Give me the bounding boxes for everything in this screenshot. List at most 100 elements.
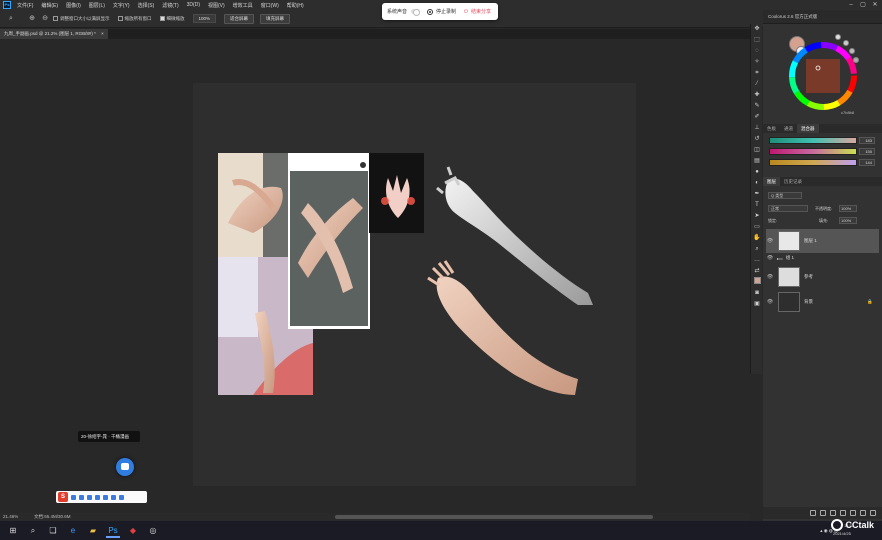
healing-brush-tool-icon[interactable]: ✚ xyxy=(751,90,763,101)
magic-wand-tool-icon[interactable]: ✧ xyxy=(751,57,763,68)
zoom-status[interactable]: 21.46% xyxy=(3,513,18,521)
move-tool-icon[interactable]: ✥ xyxy=(751,24,763,35)
menu-help[interactable]: 帮助(H) xyxy=(287,2,304,9)
swatch-3[interactable] xyxy=(849,48,855,54)
slider-2[interactable] xyxy=(769,148,857,155)
document-tab[interactable]: 九周_手副画.psd @ 21.2% (图层 1, RGB/8#) * × xyxy=(0,29,108,39)
tab-close-icon[interactable]: × xyxy=(101,31,104,36)
swatch-4[interactable] xyxy=(853,57,859,63)
visibility-eye-icon[interactable]: 👁 xyxy=(766,299,774,305)
layer-filter-field[interactable]: Q 类型 xyxy=(768,192,802,199)
layer-row-3[interactable]: 👁 参考 xyxy=(766,265,879,289)
end-share-button[interactable]: ⏻ 结束分享 xyxy=(464,8,491,16)
slider-2-value[interactable]: 155 xyxy=(859,148,875,155)
menu-plugins[interactable]: 增效工具 xyxy=(233,2,253,9)
minimize-icon[interactable]: – xyxy=(846,1,856,9)
tab-mixer[interactable]: 混合器 xyxy=(797,124,819,133)
doc-size-status[interactable]: 文档:65.4M/30.6M xyxy=(34,513,71,521)
swatch-2[interactable] xyxy=(843,40,849,46)
search-icon[interactable]: ⌕ xyxy=(26,524,40,538)
mixer-brush-tool-icon[interactable]: ✐ xyxy=(751,112,763,123)
task-view-icon[interactable]: ❏ xyxy=(46,524,60,538)
menu-3d[interactable]: 3D(D) xyxy=(187,2,200,8)
opacity-field[interactable]: 100% xyxy=(839,205,857,212)
new-layer-icon[interactable] xyxy=(860,510,866,516)
start-icon[interactable]: ⊞ xyxy=(6,524,20,538)
rectangle-tool-icon[interactable]: ▭ xyxy=(751,222,763,233)
menu-file[interactable]: 文件(F) xyxy=(17,2,33,9)
slider-1-value[interactable]: 183 xyxy=(859,137,875,144)
crop-tool-icon[interactable]: ⌗ xyxy=(751,68,763,79)
ime-skin-icon[interactable] xyxy=(111,494,116,500)
slider-3-value[interactable]: 144 xyxy=(859,159,875,166)
color-swatches-icon[interactable] xyxy=(751,277,763,288)
eraser-tool-icon[interactable]: ◫ xyxy=(751,145,763,156)
adjustment-layer-icon[interactable] xyxy=(840,510,846,516)
ime-emoji-icon[interactable] xyxy=(87,494,92,500)
layer-row-1[interactable]: 👁 图层 1 xyxy=(766,229,879,253)
quick-mask-icon[interactable]: ◙ xyxy=(751,288,763,299)
layer-row-4[interactable]: 👁 背景 🔒 xyxy=(766,290,879,314)
lasso-tool-icon[interactable]: ◌ xyxy=(751,46,763,57)
path-selection-tool-icon[interactable]: ➤ xyxy=(751,211,763,222)
fill-field[interactable]: 100% xyxy=(839,217,857,224)
ime-chinese-icon[interactable] xyxy=(71,494,76,500)
zoom-tool-icon[interactable]: ⌕ xyxy=(6,14,16,24)
file-explorer-icon[interactable]: ▰ xyxy=(86,524,100,538)
zoom-tool-panel-icon[interactable]: ⌕ xyxy=(751,244,763,255)
zoom-all-checkbox[interactable] xyxy=(117,16,123,21)
menu-filter[interactable]: 滤镜(T) xyxy=(162,2,178,9)
more-tools-icon[interactable]: … xyxy=(751,255,763,266)
ime-keyboard-icon[interactable] xyxy=(103,494,108,500)
new-group-icon[interactable] xyxy=(850,510,856,516)
horizontal-scrollbar[interactable] xyxy=(335,515,653,519)
app-taskbar-icon[interactable]: ◆ xyxy=(126,524,140,538)
fill-screen-button[interactable]: 填充屏幕 xyxy=(260,13,291,24)
tab-history[interactable]: 历史记录 xyxy=(780,177,806,186)
fit-screen-button[interactable]: 适合屏幕 xyxy=(224,13,255,24)
clone-stamp-tool-icon[interactable]: ⊥ xyxy=(751,123,763,134)
document-canvas[interactable] xyxy=(193,83,636,486)
eyedropper-tool-icon[interactable]: ⁄ xyxy=(751,79,763,90)
zoom-in-icon[interactable]: ⊕ xyxy=(27,14,37,24)
screen-mode-icon[interactable]: ▣ xyxy=(751,299,763,310)
maximize-icon[interactable]: ▢ xyxy=(858,1,868,9)
pen-tool-icon[interactable]: ✒ xyxy=(751,189,763,200)
chat-bubble-button[interactable] xyxy=(116,458,134,476)
scrubby-zoom-checkbox[interactable] xyxy=(159,16,165,21)
system-sound-toggle[interactable] xyxy=(411,9,421,16)
gradient-tool-icon[interactable]: ▤ xyxy=(751,156,763,167)
hand-tool-icon[interactable]: ✋ xyxy=(751,233,763,244)
photoshop-taskbar-icon[interactable]: Ps xyxy=(106,524,120,538)
menu-window[interactable]: 窗口(W) xyxy=(261,2,279,9)
tab-swatches[interactable]: 色板 xyxy=(763,124,780,133)
layer-row-2[interactable]: 👁 ▸▭ 组 1 xyxy=(766,253,879,263)
slider-1[interactable] xyxy=(769,137,857,144)
slider-3[interactable] xyxy=(769,159,857,166)
dodge-tool-icon[interactable]: ◐ xyxy=(751,178,763,189)
menu-edit[interactable]: 编辑(E) xyxy=(41,2,58,9)
swatch-1[interactable] xyxy=(835,34,841,40)
close-icon[interactable]: ✕ xyxy=(870,1,880,9)
ime-punct-icon[interactable] xyxy=(79,494,84,500)
menu-select[interactable]: 选择(S) xyxy=(138,2,155,9)
add-mask-icon[interactable] xyxy=(830,510,836,516)
menu-view[interactable]: 视图(V) xyxy=(208,2,225,9)
delete-layer-icon[interactable] xyxy=(870,510,876,516)
brush-tool-icon[interactable]: ✎ xyxy=(751,101,763,112)
type-tool-icon[interactable]: T xyxy=(751,200,763,211)
tab-layers[interactable]: 图层 xyxy=(763,177,780,186)
tab-channels[interactable]: 通道 xyxy=(780,124,797,133)
ime-tools-icon[interactable] xyxy=(119,494,124,500)
menu-type[interactable]: 文字(Y) xyxy=(113,2,130,9)
color-wheel[interactable] xyxy=(789,42,857,110)
ime-voice-icon[interactable] xyxy=(95,494,100,500)
marquee-tool-icon[interactable]: ⬚ xyxy=(751,35,763,46)
visibility-eye-icon[interactable]: 👁 xyxy=(766,274,774,280)
layer-style-icon[interactable] xyxy=(820,510,826,516)
menu-image[interactable]: 图像(I) xyxy=(66,2,81,9)
cctalk-taskbar-icon[interactable]: ◎ xyxy=(146,524,160,538)
menu-layer[interactable]: 图层(L) xyxy=(89,2,105,9)
zoom-value-field[interactable]: 100% xyxy=(192,14,217,23)
link-layers-icon[interactable] xyxy=(810,510,816,516)
